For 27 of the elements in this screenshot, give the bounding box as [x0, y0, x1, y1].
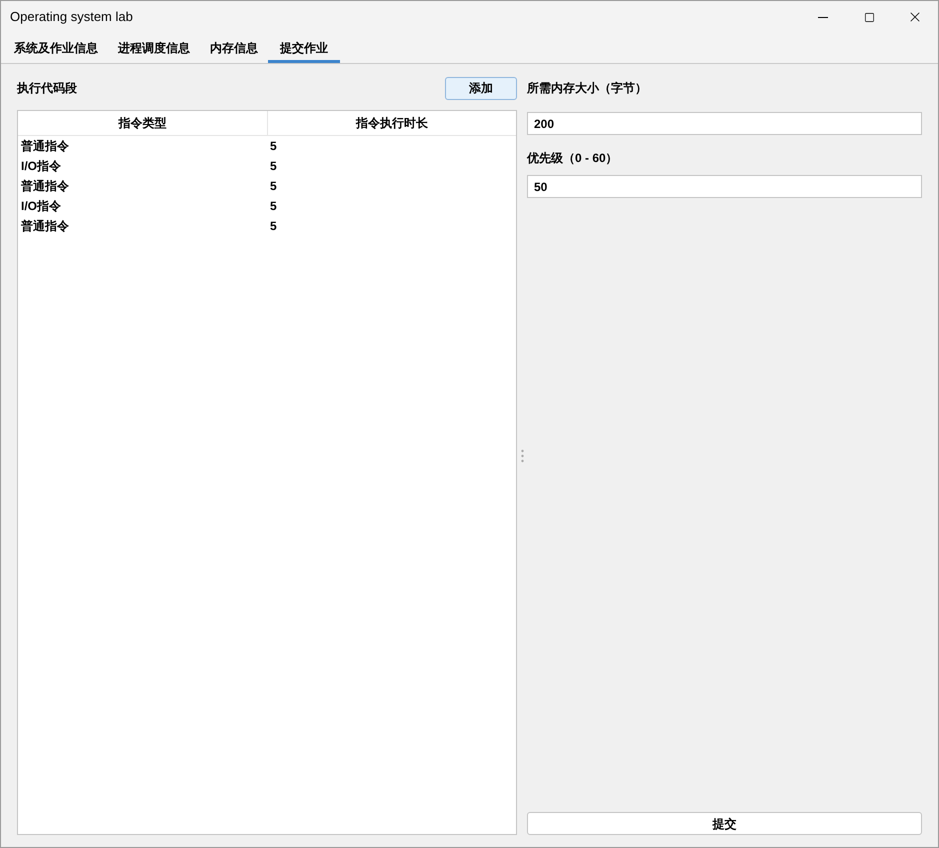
table-cell-text: 普通指令	[21, 138, 69, 155]
table-cell-text: I/O指令	[21, 198, 62, 215]
table-cell-text: I/O指令	[21, 158, 62, 175]
column-header[interactable]: 指令类型	[18, 111, 268, 135]
tab[interactable]: 进程调度信息	[108, 33, 200, 63]
table-cell-text: 5	[270, 218, 277, 235]
table-cell-text: 普通指令	[21, 218, 69, 235]
tab[interactable]: 内存信息	[200, 33, 268, 63]
add-button[interactable]: 添加	[445, 76, 517, 100]
section-title: 执行代码段	[17, 80, 77, 97]
column-header[interactable]: 指令执行时长	[268, 111, 516, 135]
splitter-handle-icon[interactable]	[520, 448, 524, 462]
table-cell-text: 5	[270, 178, 277, 195]
table-cell-text: 5	[270, 138, 277, 155]
submit-button[interactable]: 提交	[527, 812, 922, 835]
table-cell-text: 5	[270, 198, 277, 215]
maximize-icon	[864, 12, 874, 22]
tab[interactable]: 提交作业	[268, 33, 340, 63]
input-field[interactable]: 200	[527, 112, 922, 135]
field-label: 优先级（0 - 60）	[527, 150, 619, 167]
window-title: Operating system lab	[10, 8, 133, 26]
tab[interactable]: 系统及作业信息	[4, 33, 108, 63]
input-field[interactable]: 50	[527, 175, 922, 198]
minimize-icon	[818, 16, 828, 18]
table-cell-text: 5	[270, 158, 277, 175]
field-label: 所需内存大小（字节）	[527, 80, 648, 97]
table-cell-text: 普通指令	[21, 178, 69, 195]
